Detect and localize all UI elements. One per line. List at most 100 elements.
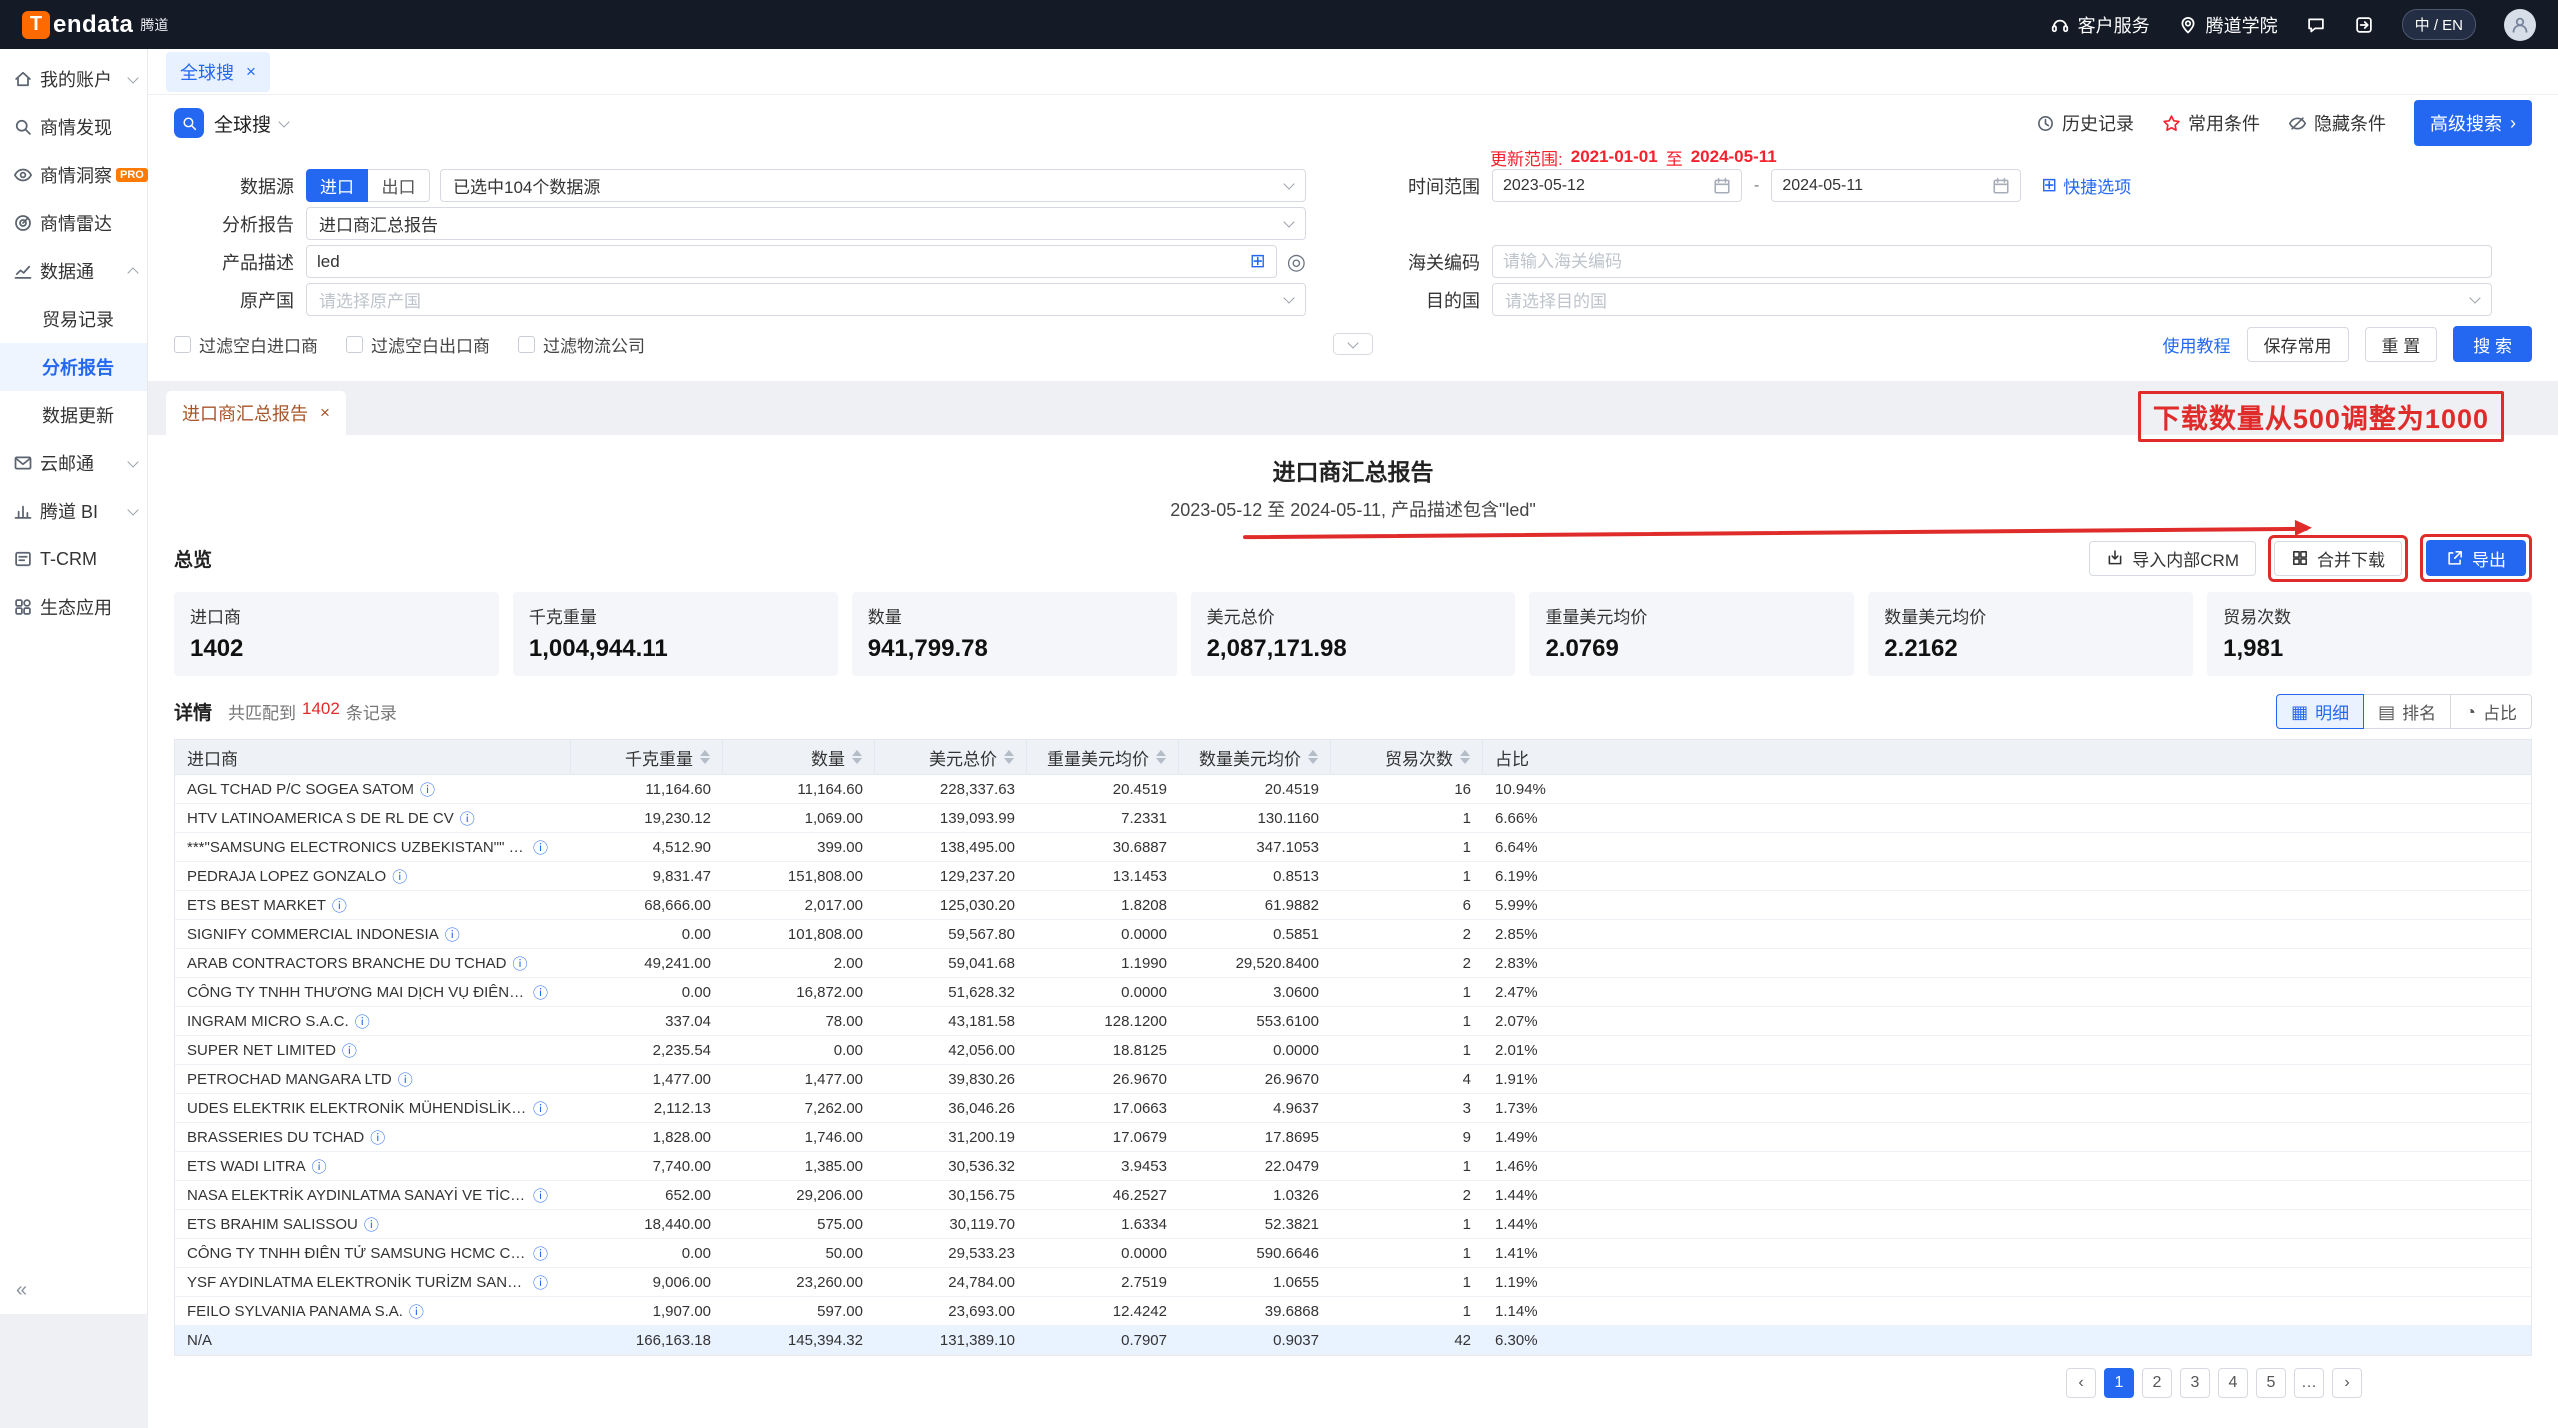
company-info-icon[interactable]: ⓘ: [398, 1069, 413, 1090]
language-toggle[interactable]: 中 / EN: [2402, 9, 2476, 40]
table-row[interactable]: N/Aⓘ 166,163.18 145,394.32 131,389.10 0.…: [175, 1326, 2531, 1355]
favorite-conditions-button[interactable]: 常用条件: [2162, 110, 2260, 136]
company-info-icon[interactable]: ⓘ: [392, 866, 407, 887]
table-row[interactable]: CÔNG TY TNHH ĐIÊN TỬ SAMSUNG HCMC CE COM…: [175, 1239, 2531, 1268]
sort-icon[interactable]: [1156, 750, 1166, 764]
sort-icon[interactable]: [1460, 750, 1470, 764]
sidebar-item-radar[interactable]: 商情雷达: [0, 199, 147, 247]
collapse-sidebar-button[interactable]: «: [0, 1267, 147, 1314]
company-info-icon[interactable]: ⓘ: [445, 924, 460, 945]
table-row[interactable]: AGL TCHAD P/C SOGEA SATOMⓘ 11,164.60 11,…: [175, 775, 2531, 804]
close-icon[interactable]: ×: [246, 62, 256, 82]
data-source-select[interactable]: 已选中104个数据源: [440, 169, 1306, 202]
table-row[interactable]: PEDRAJA LOPEZ GONZALOⓘ 9,831.47 151,808.…: [175, 862, 2531, 891]
sort-icon[interactable]: [1308, 750, 1318, 764]
company-info-icon[interactable]: ⓘ: [332, 895, 347, 916]
table-row[interactable]: ETS WADI LITRAⓘ 7,740.00 1,385.00 30,536…: [175, 1152, 2531, 1181]
avatar[interactable]: [2504, 9, 2536, 41]
col-quantity[interactable]: 数量: [723, 740, 875, 774]
sidebar-item-insight[interactable]: 商情洞察 PRO: [0, 151, 147, 199]
checkbox[interactable]: [346, 336, 363, 353]
tab-global-search[interactable]: 全球搜 ×: [166, 52, 270, 92]
col-usd-per-qty[interactable]: 数量美元均价: [1179, 740, 1331, 774]
table-row[interactable]: NASA ELEKTRİK AYDINLATMA SANAYİ VE TİCAR…: [175, 1181, 2531, 1210]
sort-icon[interactable]: [700, 750, 710, 764]
company-info-icon[interactable]: ⓘ: [370, 1127, 385, 1148]
company-info-icon[interactable]: ⓘ: [533, 1098, 548, 1119]
tendata-logo[interactable]: T endata 腾道: [22, 11, 168, 39]
sidebar-item-data-hub[interactable]: 数据通: [0, 247, 147, 295]
company-info-icon[interactable]: ⓘ: [312, 1156, 327, 1177]
company-info-icon[interactable]: ⓘ: [364, 1214, 379, 1235]
checkbox[interactable]: [174, 336, 191, 353]
engine-selector[interactable]: 全球搜: [214, 110, 288, 137]
sort-icon[interactable]: [852, 750, 862, 764]
sidebar-item-analysis-reports[interactable]: 分析报告: [0, 343, 147, 391]
sidebar-item-data-updates[interactable]: 数据更新: [0, 391, 147, 439]
hide-conditions-button[interactable]: 隐藏条件: [2288, 110, 2386, 136]
table-row[interactable]: ETS BEST MARKETⓘ 68,666.00 2,017.00 125,…: [175, 891, 2531, 920]
origin-country-select[interactable]: 请选择原产国: [306, 283, 1306, 316]
date-to-input[interactable]: 2024-05-11: [1771, 169, 2021, 202]
collapse-panel-button[interactable]: [1333, 333, 1373, 355]
quick-options-link[interactable]: ⊞ 快捷选项: [2041, 173, 2131, 198]
export-button[interactable]: 导出: [2426, 540, 2526, 576]
advanced-search-button[interactable]: 高级搜索›: [2414, 100, 2532, 146]
table-row[interactable]: ETS BRAHIM SALISSOUⓘ 18,440.00 575.00 30…: [175, 1210, 2531, 1239]
page-button[interactable]: …: [2294, 1368, 2324, 1398]
search-button[interactable]: 搜 索: [2453, 326, 2532, 362]
dest-country-select[interactable]: 请选择目的国: [1492, 283, 2492, 316]
page-button[interactable]: 3: [2180, 1368, 2210, 1398]
table-row[interactable]: SUPER NET LIMITEDⓘ 2,235.54 0.00 42,056.…: [175, 1036, 2531, 1065]
sidebar-item-bi[interactable]: 腾道 BI: [0, 487, 147, 535]
table-row[interactable]: ***"SAMSUNG ELECTRONICS UZBEKISTAN"" mas…: [175, 833, 2531, 862]
table-row[interactable]: YSF AYDINLATMA ELEKTRONİK TURİZM SANAYİ …: [175, 1268, 2531, 1297]
table-row[interactable]: HTV LATINOAMERICA S DE RL DE CVⓘ 19,230.…: [175, 804, 2531, 833]
table-row[interactable]: ARAB CONTRACTORS BRANCHE DU TCHADⓘ 49,24…: [175, 949, 2531, 978]
global-search-engine-icon[interactable]: [174, 108, 204, 138]
filter-blank-exporter-checkbox[interactable]: 过滤空白出口商: [346, 332, 490, 357]
workspace-icon[interactable]: [2354, 15, 2374, 35]
company-info-icon[interactable]: ⓘ: [533, 982, 548, 1003]
message-icon[interactable]: [2306, 15, 2326, 35]
company-info-icon[interactable]: ⓘ: [512, 953, 527, 974]
import-crm-button[interactable]: 导入内部CRM: [2089, 541, 2256, 576]
table-row[interactable]: PETROCHAD MANGARA LTDⓘ 1,477.00 1,477.00…: [175, 1065, 2531, 1094]
sidebar-item-trade-records[interactable]: 贸易记录: [0, 295, 147, 343]
page-button[interactable]: 5: [2256, 1368, 2286, 1398]
academy-button[interactable]: 腾道学院: [2178, 12, 2278, 38]
company-info-icon[interactable]: ⓘ: [533, 837, 548, 858]
batch-input-icon[interactable]: ⊞: [1250, 252, 1266, 271]
view-detail-button[interactable]: ▦明细: [2276, 694, 2364, 729]
page-button[interactable]: 2: [2142, 1368, 2172, 1398]
table-row[interactable]: BRASSERIES DU TCHADⓘ 1,828.00 1,746.00 3…: [175, 1123, 2531, 1152]
company-info-icon[interactable]: ⓘ: [420, 779, 435, 800]
report-type-select[interactable]: 进口商汇总报告: [306, 207, 1306, 240]
company-info-icon[interactable]: ⓘ: [355, 1011, 370, 1032]
view-ranking-button[interactable]: ▤排名: [2363, 694, 2451, 729]
company-info-icon[interactable]: ⓘ: [409, 1301, 424, 1322]
merge-download-button[interactable]: 合并下载: [2274, 541, 2402, 576]
company-info-icon[interactable]: ⓘ: [533, 1272, 548, 1293]
tutorial-link[interactable]: 使用教程: [2163, 332, 2231, 357]
image-search-icon[interactable]: ◎: [1287, 251, 1306, 273]
page-button[interactable]: 4: [2218, 1368, 2248, 1398]
table-row[interactable]: UDES ELEKTRIK ELEKTRONİK MÜHENDİSLİK SAN…: [175, 1094, 2531, 1123]
page-button[interactable]: 1: [2104, 1368, 2134, 1398]
date-from-input[interactable]: 2023-05-12: [1492, 169, 1742, 202]
table-row[interactable]: CÔNG TY TNHH THƯƠNG MAI DỊCH VỤ ĐIÊN MAN…: [175, 978, 2531, 1007]
hs-code-input[interactable]: [1503, 252, 2481, 272]
customer-service-button[interactable]: 客户服务: [2050, 12, 2150, 38]
company-info-icon[interactable]: ⓘ: [533, 1185, 548, 1206]
sidebar-item-my-account[interactable]: 我的账户: [0, 55, 147, 103]
filter-logistics-checkbox[interactable]: 过滤物流公司: [518, 332, 645, 357]
page-button[interactable]: ›: [2332, 1368, 2362, 1398]
col-usd-per-kg[interactable]: 重量美元均价: [1027, 740, 1179, 774]
table-row[interactable]: INGRAM MICRO S.A.C.ⓘ 337.04 78.00 43,181…: [175, 1007, 2531, 1036]
company-info-icon[interactable]: ⓘ: [460, 808, 475, 829]
company-info-icon[interactable]: ⓘ: [342, 1040, 357, 1061]
page-button[interactable]: ‹: [2066, 1368, 2096, 1398]
col-trade-count[interactable]: 贸易次数: [1331, 740, 1483, 774]
col-usd-total[interactable]: 美元总价: [875, 740, 1027, 774]
save-conditions-button[interactable]: 保存常用: [2247, 327, 2349, 362]
